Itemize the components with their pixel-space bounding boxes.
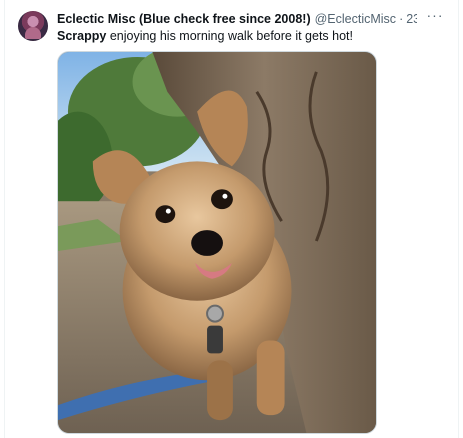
dog-name: Scrappy (57, 29, 107, 43)
author-name[interactable]: Eclectic Misc (Blue check free since 200… (57, 12, 311, 26)
tweet-text-rest: enjoying his morning walk before it gets… (106, 29, 354, 43)
separator-dot: · (399, 12, 404, 26)
timestamp[interactable]: 23h (406, 12, 417, 26)
tweet-text: Scrappy enjoying his morning walk before… (57, 28, 447, 44)
author-handle[interactable]: @EclecticMisc (315, 12, 396, 26)
more-options-icon[interactable]: ··· (425, 8, 445, 25)
avatar[interactable] (18, 11, 48, 41)
dog-photo-image (58, 52, 376, 433)
tweet-header: Eclectic Misc (Blue check free since 200… (57, 11, 417, 27)
tweet-photo[interactable] (57, 51, 377, 434)
